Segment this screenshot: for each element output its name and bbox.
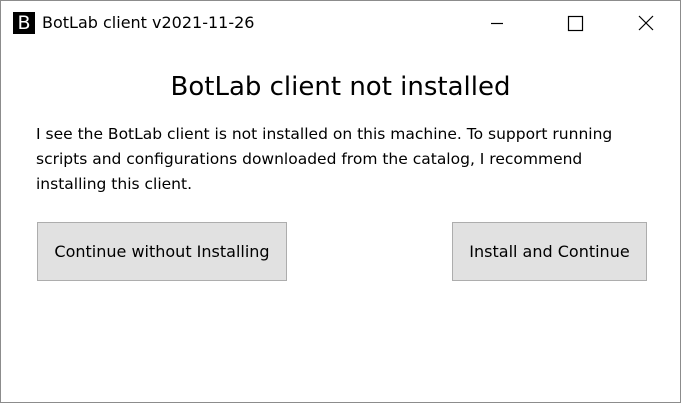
dialog-message: I see the BotLab client is not installed… — [36, 125, 613, 193]
maximize-button[interactable] — [551, 1, 597, 45]
botlab-app-icon[interactable]: B — [13, 12, 35, 34]
maximize-icon — [567, 15, 584, 32]
close-icon — [638, 15, 654, 31]
dialog-heading: BotLab client not installed — [170, 72, 511, 102]
minimize-button[interactable] — [473, 1, 519, 45]
install-and-continue-button[interactable]: Install and Continue — [452, 222, 647, 281]
continue-without-installing-button[interactable]: Continue without Installing — [37, 222, 287, 281]
minimize-icon — [491, 22, 503, 25]
title-bar[interactable]: B BotLab client v2021-11-26 — [1, 1, 680, 45]
window-title: BotLab client v2021-11-26 — [42, 13, 255, 32]
close-button[interactable] — [622, 1, 668, 45]
dialog-window: B BotLab client v2021-11-26 BotLab clien… — [0, 0, 681, 403]
